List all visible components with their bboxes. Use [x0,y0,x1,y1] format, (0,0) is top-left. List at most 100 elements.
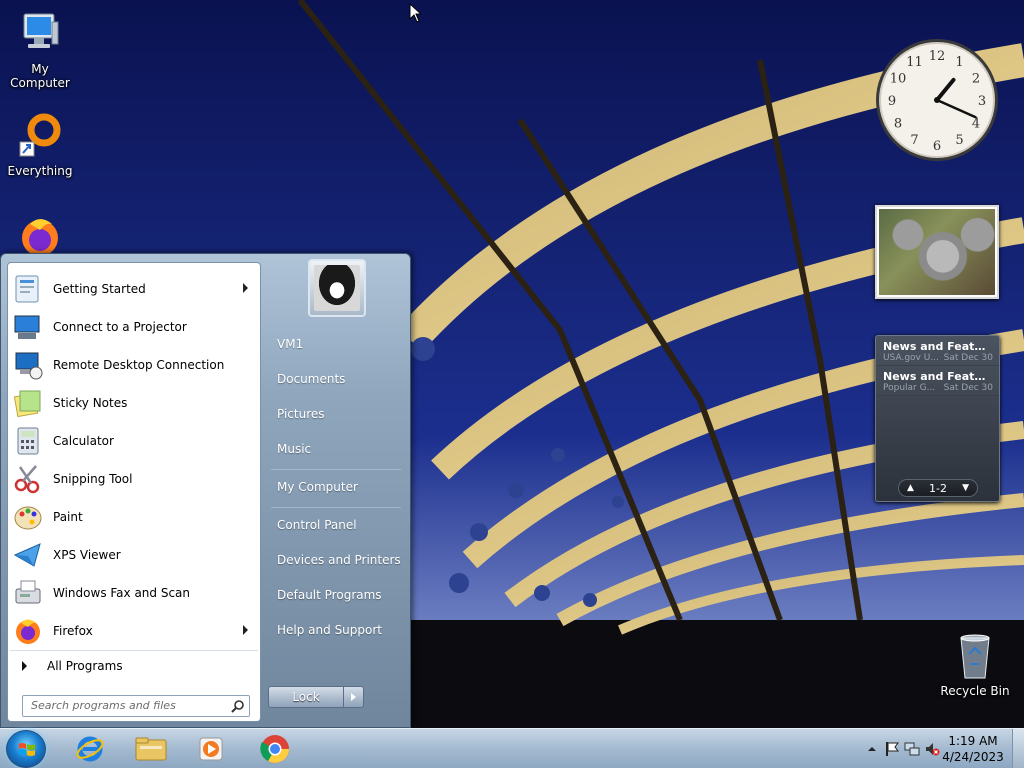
feed-item[interactable]: News and Features f... Popular G... Sat D… [876,366,999,396]
program-label: Snipping Tool [53,472,133,486]
all-programs-label: All Programs [47,658,123,673]
search-icon [231,700,244,713]
start-link-my-computer[interactable]: My Computer [277,480,358,494]
paint-palette-icon [14,506,42,530]
start-link-music[interactable]: Music [277,442,311,456]
program-item-remote-desktop-connection[interactable]: Remote Desktop Connection [12,347,258,383]
getting-started-icon [15,275,39,303]
clock-numeral: 12 [929,49,946,64]
system-tray: 1:19 AM 4/24/2023 [844,729,1024,768]
clock-numeral: 3 [978,94,986,109]
submenu-arrow-icon[interactable] [243,283,248,293]
taskbar-clock[interactable]: 1:19 AM 4/24/2023 [942,733,1004,765]
firefox-icon [16,619,40,644]
start-link-documents[interactable]: Documents [277,372,345,386]
computer-icon [16,10,64,58]
clock-numeral: 2 [972,72,980,87]
clock-numeral: 11 [906,55,923,70]
chrome-icon [260,735,289,763]
program-item-snipping-tool[interactable]: Snipping Tool [12,461,258,497]
show-hidden-icons-icon[interactable] [864,741,880,757]
program-item-sticky-notes[interactable]: Sticky Notes [12,385,258,421]
program-item-calculator[interactable]: Calculator [12,423,258,459]
calculator-icon [17,427,39,455]
clock-numeral: 5 [955,133,963,148]
mouse-cursor-icon [409,3,421,23]
taskbar-file-explorer[interactable] [122,731,180,767]
all-programs-button[interactable]: All Programs [10,650,258,680]
windows-logo-icon [19,743,35,756]
feed-pager-label: 1-2 [929,481,947,495]
taskbar-time: 1:19 AM [948,734,998,748]
clock-numeral: 9 [888,94,896,109]
program-item-xps-viewer[interactable]: XPS Viewer [12,537,258,573]
separator [271,469,401,470]
desktop-icon-my-computer[interactable]: My Computer [0,10,80,90]
feed-prev-button[interactable]: ▲ [907,483,914,493]
feed-date: Sat Dec 30 [943,353,993,363]
feed-date: Sat Dec 30 [943,383,993,393]
start-link-devices-printers[interactable]: Devices and Printers [277,553,401,567]
program-label: Firefox [53,624,93,638]
feed-source: Popular G... [883,383,936,393]
feed-source: USA.gov U... [883,353,939,363]
remote-desktop-icon [15,352,43,380]
program-item-paint[interactable]: Paint [12,499,258,535]
start-link-control-panel[interactable]: Control Panel [277,518,357,532]
clock-numeral: 10 [890,72,907,87]
start-link-default-programs[interactable]: Default Programs [277,588,382,602]
separator [271,507,401,508]
user-avatar[interactable] [308,259,366,317]
feed-headlines-gadget[interactable]: News and Features f... USA.gov U... Sat D… [875,335,1000,502]
program-item-connect-to-a-projector[interactable]: Connect to a Projector [12,309,258,345]
desktop-icon-recycle-bin[interactable]: Recycle Bin [935,632,1015,698]
feed-title: News and Features f... [883,340,993,353]
clock-gadget[interactable]: 1234567891011 12 [874,37,1000,163]
start-menu: Getting Started Connect to a Projector Rem… [0,253,411,728]
scissors-icon [14,465,40,494]
network-icon[interactable] [904,741,920,757]
internet-explorer-icon [76,736,104,762]
volume-muted-icon[interactable] [924,741,940,757]
program-item-windows-fax-and-scan[interactable]: Windows Fax and Scan [12,575,258,611]
show-desktop-button[interactable] [1012,729,1024,768]
submenu-arrow-icon[interactable] [243,625,248,635]
program-label: Windows Fax and Scan [53,586,191,600]
start-link-help-support[interactable]: Help and Support [277,623,382,637]
program-label: Connect to a Projector [53,320,187,334]
feed-pager: ▲ 1-2 ▼ [898,479,978,497]
arrow-right-icon [22,660,27,671]
everything-search-icon [16,112,64,160]
search-programs-input[interactable]: Search programs and files [22,695,250,717]
slideshow-gadget[interactable] [875,205,999,299]
clock-numeral: 8 [894,117,902,132]
desktop-icon-label: Recycle Bin [940,684,1010,698]
media-player-icon [199,737,223,761]
sticky-notes-icon [13,390,41,418]
taskbar-chrome[interactable] [246,731,304,767]
start-menu-programs-pane: Getting Started Connect to a Projector Rem… [7,262,261,722]
feed-item[interactable]: News and Features f... USA.gov U... Sat D… [876,336,999,366]
program-label: Sticky Notes [53,396,128,410]
program-label: XPS Viewer [53,548,121,562]
action-center-flag-icon[interactable] [884,741,900,757]
taskbar: 1:19 AM 4/24/2023 [0,728,1024,768]
taskbar-date: 4/24/2023 [942,750,1004,764]
taskbar-internet-explorer[interactable] [61,731,119,767]
start-button[interactable] [6,730,46,768]
shutdown-options-arrow[interactable] [344,686,364,708]
program-item-firefox[interactable]: Firefox [12,613,258,649]
start-link-user-folder[interactable]: VM1 [277,337,303,351]
clock-numeral: 6 [933,139,941,154]
feed-next-button[interactable]: ▼ [962,483,969,493]
desktop-icon-label: Everything [7,164,73,178]
start-menu-places-pane: VM1 Documents Pictures Music My Computer… [263,254,411,728]
desktop-icon-everything[interactable]: Everything [0,112,80,178]
program-item-getting-started[interactable]: Getting Started [12,271,258,307]
fax-icon [15,580,41,604]
lock-button[interactable]: Lock [268,686,344,708]
taskbar-media-player[interactable] [182,731,240,767]
start-link-pictures[interactable]: Pictures [277,407,325,421]
search-placeholder: Search programs and files [31,699,176,712]
program-label: Getting Started [53,282,146,296]
